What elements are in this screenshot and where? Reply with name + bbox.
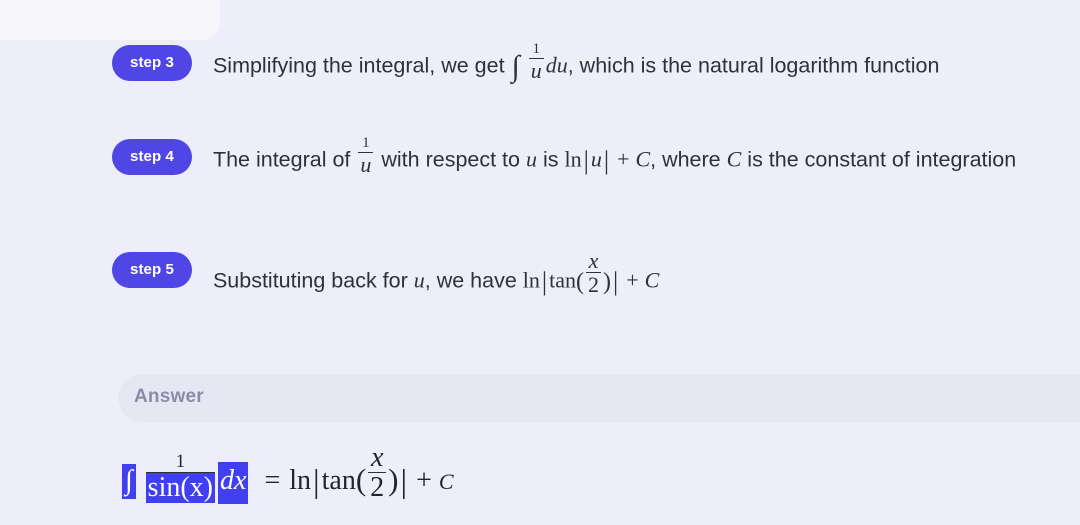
plus-sign: + (617, 146, 630, 172)
step-badge-3[interactable]: step 3 (112, 45, 192, 81)
plus-sign: + (626, 267, 639, 293)
abs-variable-u: u (590, 146, 602, 172)
paren-left: ( (355, 461, 367, 497)
step-4-text-mid-3: , where (650, 147, 721, 172)
answer-label: Answer (134, 386, 204, 407)
abs-bar-right: | (603, 145, 610, 175)
solution-screenshot: { "theme": { "page_background": "#eeeefa… (0, 0, 1080, 525)
paren-right: ) (388, 461, 399, 497)
selected-integral-sign-icon[interactable]: ∫ (122, 463, 136, 500)
step-4-text-tail: is the constant of integration (747, 147, 1017, 172)
variable-u: u (525, 146, 537, 172)
step-3-text: Simplifying the integral, we get ∫ 1 u d… (212, 41, 1080, 84)
solution-steps-list: step 3 Simplifying the integral, we get … (0, 0, 1080, 299)
fraction-denominator: 2 (368, 472, 387, 504)
step-3-text-lead: Simplifying the integral, we get (212, 53, 505, 78)
fraction-denominator: sin(x) (145, 472, 215, 504)
fraction-numerator: 1 (532, 41, 540, 57)
fraction-denominator: 2 (586, 272, 601, 297)
constant-c-2: C (726, 146, 742, 172)
fraction-numerator: 1 (175, 451, 186, 473)
answer-band (118, 374, 1080, 422)
log-operator: ln (289, 464, 312, 496)
solution-step-5: step 5 Substituting back for u, we have … (0, 249, 1080, 299)
integral-sign-icon: ∫ (511, 50, 520, 84)
step-4-text-lead: The integral of (212, 147, 351, 172)
abs-bar-left: | (313, 463, 320, 500)
selected-fraction-one-over-sinx[interactable]: 1 sin(x) (144, 451, 217, 504)
fraction-one-over-sinx: 1 sin(x) (145, 451, 215, 504)
step-badge-5[interactable]: step 5 (112, 251, 192, 288)
fraction-numerator: 1 (362, 135, 370, 152)
step-badge-4[interactable]: step 4 (112, 139, 192, 176)
tan-operator: tan (549, 267, 576, 293)
fraction-numerator: x (370, 442, 384, 473)
fraction-x-over-2: x 2 (368, 442, 387, 504)
abs-bar-left: | (583, 145, 589, 175)
fraction-denominator: u (528, 57, 544, 83)
plus-sign: + (416, 464, 432, 496)
step-5-text-mid-1: , we have (424, 268, 517, 293)
differential-du: du (545, 52, 568, 78)
tan-operator: tan (321, 464, 356, 496)
log-operator: ln (522, 267, 540, 293)
step-4-text-mid-1: with respect to (381, 147, 520, 172)
step-4-text-mid-2: is (542, 147, 559, 172)
paren-right: ) (603, 268, 611, 295)
paren-left: ( (576, 268, 584, 295)
abs-bar-right: | (400, 463, 408, 500)
step-5-text-lead: Substituting back for (212, 268, 408, 293)
step-5-text: Substituting back for u, we have ln|tan(… (212, 249, 1080, 299)
step-4-text: The integral of 1 u with respect to u is… (212, 135, 1080, 178)
constant-c: C (644, 267, 660, 293)
abs-bar-right: | (613, 266, 619, 296)
log-operator: ln (564, 146, 582, 172)
equals-sign: = (264, 464, 281, 496)
constant-c: C (635, 146, 651, 172)
variable-u: u (413, 267, 425, 293)
fraction-one-over-u: 1 u (528, 41, 544, 83)
selected-differential-dx[interactable]: dx (218, 461, 249, 504)
answer-equation[interactable]: ∫ 1 sin(x) dx = ln|tan( x 2 )| + C (122, 442, 454, 504)
solution-step-3: step 3 Simplifying the integral, we get … (0, 41, 1080, 84)
abs-bar-left: | (541, 266, 548, 296)
solution-step-4: step 4 The integral of 1 u with respect … (0, 135, 1080, 178)
fraction-x-over-2: x 2 (586, 249, 601, 296)
fraction-numerator: x (588, 247, 599, 273)
step-3-text-tail: , which is the natural logarithm functio… (567, 53, 940, 78)
fraction-denominator: u (358, 152, 374, 178)
constant-c: C (438, 468, 454, 494)
fraction-one-over-u: 1 u (358, 135, 374, 178)
